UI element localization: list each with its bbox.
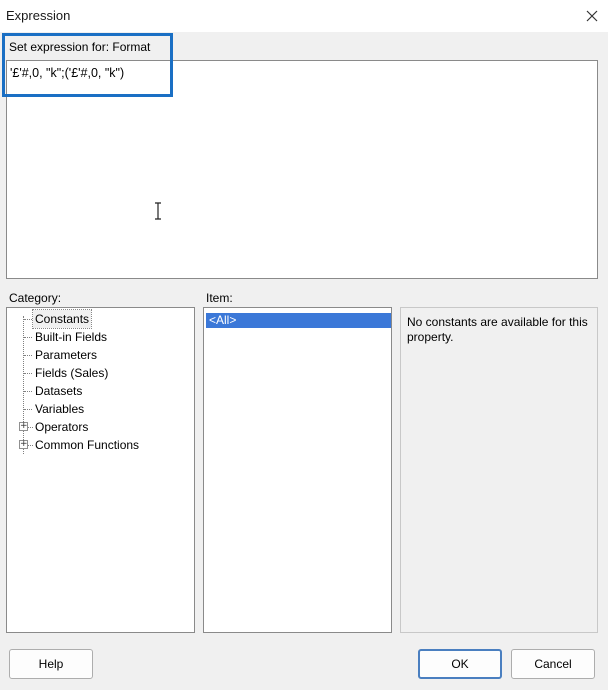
close-icon — [586, 10, 598, 22]
tree-item-label: Parameters — [35, 348, 98, 362]
tree-item-label: Fields (Sales) — [35, 366, 109, 380]
ok-button[interactable]: OK — [418, 649, 502, 679]
tree-connector — [24, 355, 32, 356]
list-item-all[interactable]: <All> — [206, 313, 391, 328]
tree-item-built-in-fields[interactable]: Built-in Fields — [7, 328, 192, 346]
tree-item-operators[interactable]: + Operators — [7, 418, 192, 436]
tree-connector — [24, 373, 32, 374]
tree-item-constants[interactable]: Constants — [7, 309, 192, 329]
expand-plus-icon[interactable]: + — [19, 440, 28, 449]
category-label: Category: — [9, 291, 62, 305]
tree-item-label: Built-in Fields — [35, 330, 108, 344]
tree-item-fields-sales[interactable]: Fields (Sales) — [7, 364, 192, 382]
close-button[interactable] — [578, 2, 606, 30]
item-label: Item: — [206, 291, 233, 305]
expand-plus-icon[interactable]: + — [19, 422, 28, 431]
tree-connector — [24, 337, 32, 338]
tree-item-label: Operators — [35, 420, 89, 434]
tree-item-datasets[interactable]: Datasets — [7, 382, 192, 400]
tree-connector — [24, 319, 32, 320]
cancel-button[interactable]: Cancel — [511, 649, 595, 679]
window-title: Expression — [6, 8, 71, 23]
tree-item-variables[interactable]: Variables — [7, 400, 192, 418]
tree-connector — [28, 445, 33, 446]
tree-item-label: Constants — [31, 309, 93, 329]
description-text: No constants are available for this prop… — [407, 315, 588, 344]
annotation-highlight-box — [2, 33, 173, 97]
help-button[interactable]: Help — [9, 649, 93, 679]
tree-item-label: Datasets — [35, 384, 83, 398]
tree-item-label: Variables — [35, 402, 85, 416]
tree-connector — [28, 427, 33, 428]
description-panel: No constants are available for this prop… — [400, 307, 598, 633]
text-cursor-icon — [155, 202, 161, 220]
tree-connector — [24, 409, 32, 410]
tree-item-parameters[interactable]: Parameters — [7, 346, 192, 364]
tree-connector — [24, 391, 32, 392]
item-list[interactable]: <All> — [203, 307, 392, 633]
title-bar: Expression — [0, 0, 608, 32]
tree-item-label: Common Functions — [35, 438, 140, 452]
category-tree[interactable]: Constants Built-in Fields Parameters Fie… — [6, 307, 195, 633]
tree-item-common-functions[interactable]: + Common Functions — [7, 436, 192, 454]
